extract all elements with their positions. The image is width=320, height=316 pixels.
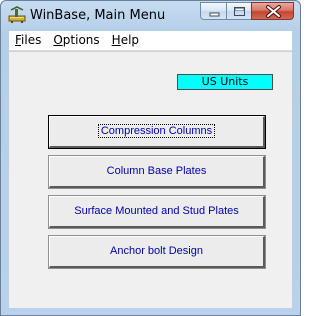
menu-bar: Files Options Help [9,31,292,51]
close-button[interactable] [251,2,294,20]
window-controls [200,2,294,21]
main-window: WinBase, Main Menu Files Options Help US… [0,0,301,316]
column-base-plates-label: Column Base Plates [106,165,207,177]
units-badge: US Units [177,74,273,90]
surface-mounted-stud-plates-button[interactable]: Surface Mounted and Stud Plates [48,195,266,229]
client-area: US Units Compression Columns Column Base… [9,51,292,308]
anchor-bolt-design-label: Anchor bolt Design [110,245,203,257]
menu-files-label: iles [21,33,42,47]
minimize-button[interactable] [200,2,226,20]
compression-columns-label: Compression Columns [97,124,216,138]
title-bar[interactable]: WinBase, Main Menu [1,1,300,31]
window-title: WinBase, Main Menu [30,8,166,23]
menu-help-label: elp [120,33,140,47]
compression-columns-button[interactable]: Compression Columns [48,115,266,149]
menu-options-accelerator: O [53,33,63,47]
column-base-plates-button[interactable]: Column Base Plates [48,155,266,189]
app-icon[interactable] [8,6,26,23]
menu-help[interactable]: Help [106,31,145,50]
menu-options[interactable]: Options [47,31,105,50]
menu-options-label: ptions [62,33,100,47]
menu-help-accelerator: H [111,33,121,47]
menu-files[interactable]: Files [9,31,47,50]
maximize-button[interactable] [226,2,251,20]
anchor-bolt-design-button[interactable]: Anchor bolt Design [48,235,266,269]
surface-mounted-stud-plates-label: Surface Mounted and Stud Plates [74,205,239,217]
